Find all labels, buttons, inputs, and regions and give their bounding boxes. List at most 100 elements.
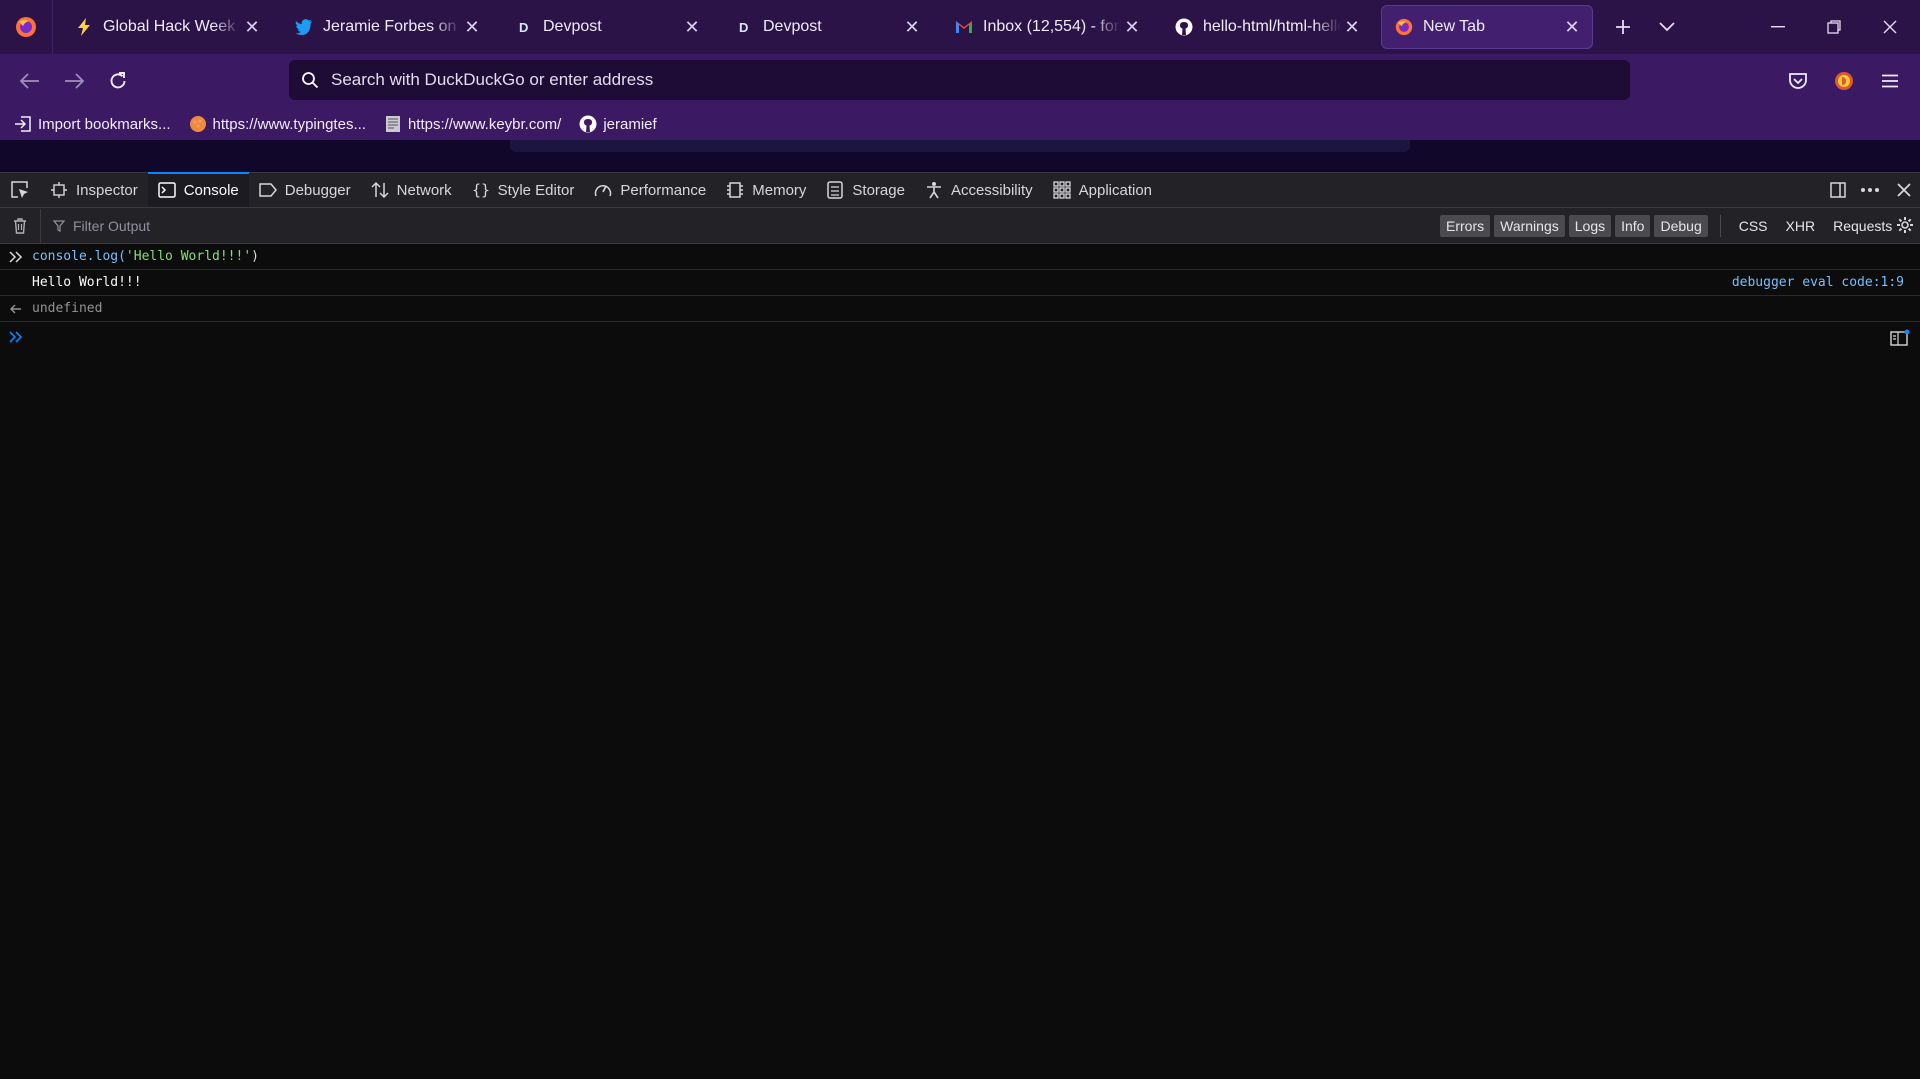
- filter-requests-button[interactable]: Requests: [1825, 215, 1900, 237]
- devtools-tab-debugger[interactable]: Debugger: [249, 173, 361, 207]
- lightning-icon: [75, 18, 93, 36]
- hamburger-icon: [1881, 74, 1899, 88]
- devtools-tab-console[interactable]: Console: [147, 172, 249, 207]
- tab[interactable]: Jeramie Forbes on Twitter ✕: [281, 5, 493, 49]
- devtools-tab-application[interactable]: Application: [1043, 173, 1162, 207]
- close-icon[interactable]: ✕: [1121, 16, 1143, 38]
- bookmark-item[interactable]: jeramief: [579, 115, 657, 133]
- tab-active[interactable]: New Tab ✕: [1381, 5, 1593, 49]
- element-picker-button[interactable]: [0, 173, 40, 207]
- log-message: Hello World!!!: [32, 275, 142, 290]
- devtools-tab-accessibility[interactable]: Accessibility: [915, 173, 1043, 207]
- svg-text:{}: {}: [472, 181, 490, 199]
- close-icon[interactable]: ✕: [241, 16, 263, 38]
- dock-side-button[interactable]: [1822, 173, 1854, 207]
- command-chevron-icon: [0, 250, 32, 263]
- reload-button[interactable]: [96, 59, 140, 103]
- minimize-button[interactable]: [1750, 0, 1806, 54]
- app-menu-button[interactable]: [1868, 59, 1912, 103]
- devtools-tab-style-editor[interactable]: {} Style Editor: [462, 173, 585, 207]
- bookmark-item[interactable]: https://www.keybr.com/: [384, 115, 561, 133]
- devtools-tab-label: Application: [1078, 181, 1153, 199]
- filter-input[interactable]: [71, 216, 475, 235]
- plus-icon: [1614, 18, 1632, 36]
- filter-errors-button[interactable]: Errors: [1440, 215, 1491, 237]
- filter-icon: [53, 219, 65, 232]
- firefox-view-button[interactable]: [0, 0, 53, 54]
- tab-title: Global Hack Week: [103, 18, 236, 35]
- log-source-link[interactable]: debugger eval code:1:9: [1732, 275, 1904, 290]
- bookmark-item[interactable]: Import bookmarks...: [14, 115, 171, 133]
- filter-logs-button[interactable]: Logs: [1568, 215, 1612, 237]
- arrow-right-icon: [64, 73, 84, 89]
- list-all-tabs-button[interactable]: [1645, 5, 1689, 49]
- devtools-tab-label: Inspector: [76, 181, 138, 199]
- accessibility-icon: [925, 181, 943, 199]
- filter-info-button[interactable]: Info: [1615, 215, 1651, 237]
- devtools-tab-label: Console: [183, 181, 239, 199]
- bookmark-label: Import bookmarks...: [38, 115, 171, 133]
- search-icon: [301, 71, 319, 89]
- chevron-down-icon: [1659, 22, 1675, 32]
- bookmark-label: jeramief: [603, 115, 657, 133]
- svg-text:D: D: [739, 20, 748, 35]
- devtools-tab-label: Performance: [620, 181, 707, 199]
- debugger-icon: [259, 181, 277, 199]
- devtools-tab-performance[interactable]: Performance: [584, 173, 716, 207]
- close-icon[interactable]: ✕: [1561, 16, 1583, 38]
- prompt-chevron-icon: [0, 331, 32, 343]
- devtools-tab-label: Accessibility: [950, 181, 1033, 199]
- tab[interactable]: hello-html/html-hello ✕: [1161, 5, 1373, 49]
- filter-debug-button[interactable]: Debug: [1654, 215, 1708, 237]
- pocket-button[interactable]: [1776, 59, 1820, 103]
- restore-button[interactable]: [1806, 0, 1862, 54]
- devtools-tab-network[interactable]: Network: [361, 173, 462, 207]
- window-close-button[interactable]: [1862, 0, 1918, 54]
- console-input[interactable]: [32, 328, 1920, 346]
- filter-separator: [1719, 215, 1721, 237]
- more-options-button[interactable]: [1854, 173, 1886, 207]
- editor-mode-toggle-button[interactable]: [1888, 326, 1912, 350]
- tab[interactable]: Inbox (12,554) - forbes ✕: [941, 5, 1153, 49]
- back-button[interactable]: [8, 59, 52, 103]
- tab[interactable]: D Devpost ✕: [501, 5, 713, 49]
- new-tab-button[interactable]: [1601, 5, 1645, 49]
- filter-xhr-button[interactable]: XHR: [1778, 215, 1824, 237]
- url-bar[interactable]: [289, 60, 1630, 100]
- devtools-tab-storage[interactable]: Storage: [816, 173, 915, 207]
- clear-console-button[interactable]: [0, 208, 41, 243]
- tab[interactable]: D Devpost ✕: [721, 5, 933, 49]
- devtools-tab-inspector[interactable]: Inspector: [40, 173, 148, 207]
- close-icon[interactable]: ✕: [1341, 16, 1363, 38]
- github-icon: [579, 115, 597, 133]
- duckduckgo-extension-button[interactable]: [1822, 59, 1866, 103]
- gmail-icon: [955, 18, 973, 36]
- close-icon[interactable]: ✕: [901, 16, 923, 38]
- result-value: undefined: [32, 301, 103, 316]
- address-input[interactable]: [329, 69, 1630, 91]
- bookmarks-toolbar: Import bookmarks... https://www.typingte…: [0, 108, 1920, 140]
- restore-icon: [1827, 20, 1841, 34]
- filter-output-field[interactable]: [41, 216, 1433, 235]
- tab[interactable]: Global Hack Week ✕: [61, 5, 273, 49]
- twitter-icon: [295, 18, 313, 36]
- close-icon[interactable]: ✕: [461, 16, 483, 38]
- devtools-tab-memory[interactable]: Memory: [716, 173, 816, 207]
- console-command-row: console.log('Hello World!!!'): [0, 244, 1920, 270]
- forward-button[interactable]: [52, 59, 96, 103]
- firefox-icon: [15, 16, 37, 38]
- close-icon[interactable]: ✕: [681, 16, 703, 38]
- devtools-tab-label: Network: [396, 181, 452, 199]
- close-devtools-button[interactable]: [1888, 173, 1920, 207]
- svg-text:D: D: [519, 20, 528, 35]
- tab-title: Inbox (12,554) - forbes: [983, 18, 1121, 35]
- dock-icon: [1829, 181, 1847, 199]
- minimize-icon: [1771, 26, 1785, 28]
- bookmark-item[interactable]: https://www.typingtes...: [189, 115, 366, 133]
- devtools-tab-label: Storage: [852, 181, 905, 199]
- filter-css-button[interactable]: CSS: [1731, 215, 1776, 237]
- console-settings-button[interactable]: [1890, 208, 1920, 242]
- tab-title: New Tab: [1423, 18, 1485, 35]
- memory-icon: [726, 181, 744, 199]
- filter-warnings-button[interactable]: Warnings: [1494, 215, 1565, 237]
